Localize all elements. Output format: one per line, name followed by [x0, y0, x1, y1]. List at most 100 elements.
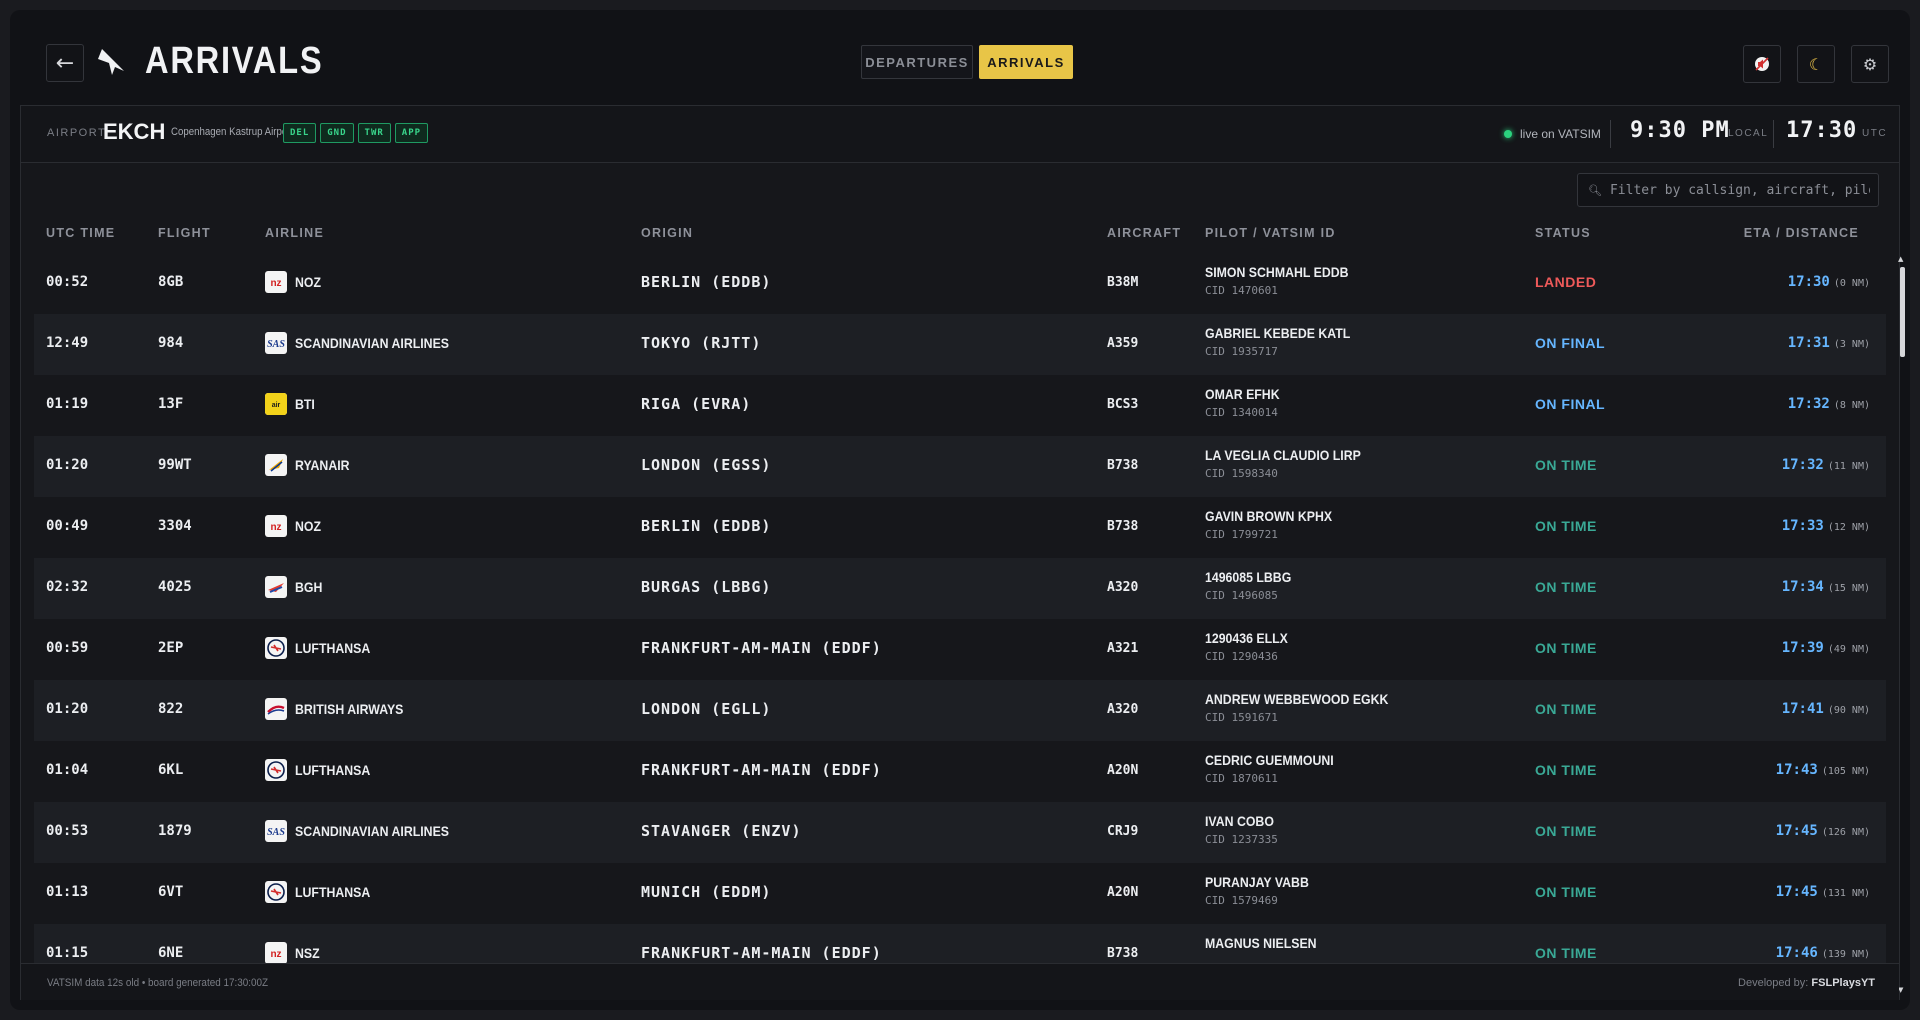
origin-cell: BURGAS (LBBG) [641, 578, 772, 596]
pilot-cell: LA VEGLIA CLAUDIO LIRP CID 1598340 [1205, 447, 1382, 480]
eta-time: 17:34 [1781, 579, 1824, 595]
mute-icon [1755, 57, 1769, 71]
svg-text:nz: nz [270, 949, 281, 960]
aircraft-cell: A321 [1107, 641, 1139, 656]
pilot-name: IVAN COBO [1205, 813, 1274, 829]
eta-distance: (3 NM) [1833, 339, 1870, 350]
table-row[interactable]: 12:49 984 SAS SCANDINAVIAN AIRLINES TOKYO (R… [34, 314, 1886, 375]
aircraft-cell: B738 [1107, 458, 1139, 473]
table-row[interactable]: 00:52 8GB nz NOZ BERLIN (EDDB) B38M SIMON SCHM… [34, 253, 1886, 314]
utc-time-cell: 01:15 [46, 945, 89, 961]
flight-number-cell: 6KL [158, 762, 184, 778]
origin-cell: FRANKFURT-AM-MAIN (EDDF) [641, 944, 882, 962]
status-badge: ON TIME [1535, 640, 1597, 656]
tab-arrivals[interactable]: ARRIVALS [979, 45, 1073, 79]
column-header-eta: ETA / DISTANCE [1743, 226, 1859, 240]
back-button[interactable]: ← [46, 44, 84, 82]
table-row[interactable]: 02:32 4025 BGH BURGAS (LBBG) A320 1496085 LBB… [34, 558, 1886, 619]
origin-cell: MUNICH (EDDM) [641, 883, 772, 901]
pilot-cell: IVAN COBO CID 1237335 [1205, 813, 1283, 846]
eta-cell: 17:33 (12 NM) [1782, 518, 1870, 534]
status-badge: LANDED [1535, 274, 1597, 290]
theme-toggle-button[interactable]: ☾ [1797, 45, 1835, 83]
pilot-name: GABRIEL KEBEDE KATL [1205, 325, 1351, 341]
flight-number-cell: 8GB [158, 274, 184, 290]
pilot-name: 1496085 LBBG [1205, 569, 1292, 585]
airline-logo-icon: nz [265, 271, 287, 293]
table-row[interactable]: 00:53 1879 SAS SCANDINAVIAN AIRLINES STAVANG… [34, 802, 1886, 863]
airline-logo-icon [265, 759, 287, 781]
flight-number-cell: 3304 [158, 518, 192, 534]
pilot-cell: GAVIN BROWN KPHX CID 1799721 [1205, 508, 1349, 541]
flight-number-cell: 1879 [158, 823, 192, 839]
svg-text:SAS: SAS [267, 339, 285, 350]
airline-logo-icon [265, 637, 287, 659]
flight-number-cell: 4025 [158, 579, 192, 595]
pilot-cell: MAGNUS NIELSEN [1205, 935, 1332, 955]
eta-distance: (11 NM) [1827, 461, 1870, 472]
eta-distance: (12 NM) [1827, 522, 1870, 533]
airline-cell: LUFTHANSA [265, 759, 381, 781]
developer-label: Developed by: [1738, 977, 1809, 989]
developer-name[interactable]: FSLPlaysYT [1811, 977, 1875, 989]
utc-time-cell: 01:13 [46, 884, 89, 900]
pilot-name: ANDREW WEBBEWOOD EGKK [1205, 691, 1389, 707]
origin-cell: BERLIN (EDDB) [641, 517, 772, 535]
pilot-cid: CID 1591671 [1205, 711, 1278, 724]
status-badge: ON TIME [1535, 823, 1597, 839]
filter-box[interactable]: 🔍︎ [1577, 173, 1879, 207]
tab-departures[interactable]: DEPARTURES [861, 45, 973, 79]
flight-number-cell: 822 [158, 701, 184, 717]
local-label: LOCAL [1728, 128, 1769, 139]
airport-code: EKCH [103, 119, 166, 144]
status-badge: ON TIME [1535, 457, 1597, 473]
filter-input[interactable] [1609, 182, 1870, 198]
aircraft-cell: A20N [1107, 885, 1139, 900]
eta-distance: (139 NM) [1821, 949, 1870, 960]
airline-logo-icon: SAS [265, 332, 287, 354]
scroll-up-icon[interactable]: ▲ [1898, 255, 1903, 263]
pilot-cell: GABRIEL KEBEDE KATL CID 1935717 [1205, 325, 1370, 358]
utc-time: 17:30 [1786, 118, 1858, 143]
table-row[interactable]: 01:13 6VT LUFTHANSA MUNICH (EDDM) A20N PURANJ… [34, 863, 1886, 924]
pilot-cid: CID 1579469 [1205, 894, 1278, 907]
table-row[interactable]: 00:59 2EP LUFTHANSA FRANKFURT-AM-MAIN (EDDF… [34, 619, 1886, 680]
aircraft-cell: BCS3 [1107, 397, 1139, 412]
atc-badge-app: APP [394, 123, 429, 143]
eta-cell: 17:39 (49 NM) [1782, 640, 1870, 656]
status-badge: ON TIME [1535, 884, 1597, 900]
airline-logo-icon: nz [265, 515, 287, 537]
aircraft-cell: A20N [1107, 763, 1139, 778]
scrollbar[interactable]: ▲ ▼ [1898, 255, 1906, 994]
eta-cell: 17:34 (15 NM) [1782, 579, 1870, 595]
table-row[interactable]: 01:04 6KL LUFTHANSA FRANKFURT-AM-MAIN (EDDF… [34, 741, 1886, 802]
mute-button[interactable] [1743, 45, 1781, 83]
settings-button[interactable]: ⚙ [1851, 45, 1889, 83]
eta-cell: 17:32 (8 NM) [1788, 396, 1870, 412]
board-tabs: DEPARTURES ARRIVALS [861, 45, 1073, 79]
column-header-aircraft: AIRCRAFT [1107, 226, 1182, 240]
pilot-cid: CID 1470601 [1205, 284, 1278, 297]
developer-credit: Developed by: FSLPlaysYT [1738, 977, 1875, 989]
table-row[interactable]: 01:19 13F air BTI RIGA (EVRA) BCS3 OMAR EFHK CI… [34, 375, 1886, 436]
scroll-thumb[interactable] [1900, 267, 1905, 357]
flight-number-cell: 99WT [158, 457, 192, 473]
utc-label: UTC [1862, 128, 1888, 139]
airline-name: RYANAIR [295, 457, 350, 473]
utc-time-cell: 01:20 [46, 701, 89, 717]
arrivals-list: 00:52 8GB nz NOZ BERLIN (EDDB) B38M SIMON SCHM… [34, 253, 1886, 993]
airline-cell: BGH [265, 576, 326, 598]
footer: VATSIM data 12s old • board generated 17… [21, 963, 1899, 1000]
flight-number-cell: 984 [158, 335, 184, 351]
origin-cell: TOKYO (RJTT) [641, 334, 762, 352]
table-row[interactable]: 00:49 3304 nz NOZ BERLIN (EDDB) B738 GAVIN BRO… [34, 497, 1886, 558]
status-badge: ON TIME [1535, 945, 1597, 961]
origin-cell: LONDON (EGSS) [641, 456, 772, 474]
live-indicator: live on VATSIM [1504, 127, 1601, 141]
eta-distance: (15 NM) [1827, 583, 1870, 594]
table-row[interactable]: 01:20 99WT RYANAIR LONDON (EGSS) B738 LA VEGL… [34, 436, 1886, 497]
eta-distance: (49 NM) [1827, 644, 1870, 655]
table-row[interactable]: 01:20 822 BRITISH AIRWAYS LONDON (EGLL) A320… [34, 680, 1886, 741]
eta-time: 17:39 [1781, 640, 1824, 656]
eta-cell: 17:45 (126 NM) [1776, 823, 1870, 839]
